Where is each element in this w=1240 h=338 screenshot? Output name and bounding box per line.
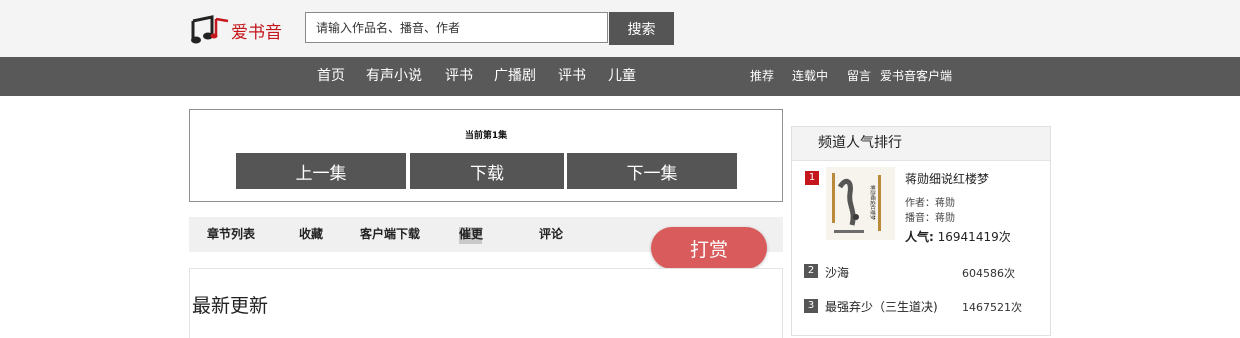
tab-favorite[interactable]: 收藏 — [299, 217, 323, 252]
search-button[interactable]: 搜索 — [609, 12, 674, 45]
nav-radio-drama[interactable]: 广播剧 — [494, 57, 536, 96]
top-book-author: 作者：蒋勋 — [905, 198, 955, 209]
next-episode-button[interactable]: 下一集 — [567, 153, 737, 189]
tab-client-download[interactable]: 客户端下载 — [360, 217, 420, 252]
nav-recommend[interactable]: 推荐 — [750, 57, 774, 96]
nav-children[interactable]: 儿童 — [608, 57, 636, 96]
tab-comments[interactable]: 评论 — [539, 217, 563, 252]
nav-ongoing[interactable]: 连载中 — [792, 57, 828, 96]
top-book-narrator: 播音：蒋勋 — [905, 213, 955, 224]
popularity-label: 人气: — [905, 230, 934, 244]
nav-client[interactable]: 爱书音客户端 — [880, 57, 952, 96]
search-input[interactable] — [305, 12, 608, 43]
rank-item-count: 1467521次 — [962, 301, 1022, 314]
player-box: 当前第1集 上一集 下载 下一集 — [189, 109, 783, 202]
rank-item-count: 604586次 — [962, 267, 1015, 280]
download-button[interactable]: 下载 — [410, 153, 564, 189]
top-book-popularity: 人气: 16941419次 — [905, 228, 1011, 245]
rank-item-title[interactable]: 最强弃少（三生道决) — [825, 298, 938, 315]
rank-badge-1: 1 — [805, 171, 819, 185]
logo-music-icon — [191, 15, 229, 44]
nav-message[interactable]: 留言 — [847, 57, 871, 96]
nav-audio-novels[interactable]: 有声小说 — [366, 57, 422, 96]
prev-episode-button[interactable]: 上一集 — [236, 153, 406, 189]
ranking-header: 频道人气排行 — [792, 127, 1050, 161]
top-book-title[interactable]: 蒋勋细说红楼梦 — [905, 170, 989, 187]
tab-urge-update[interactable]: 催更 — [459, 217, 483, 252]
nav-home[interactable]: 首页 — [317, 57, 345, 96]
popularity-ranking: 频道人气排行 1 蒋勋细说红楼梦 蒋勋细说红楼梦 作者：蒋勋 播音：蒋勋 人气:… — [791, 126, 1051, 336]
rank-badge-3: 3 — [804, 299, 818, 313]
popularity-value: 16941419次 — [937, 230, 1011, 244]
tab-chapter-list[interactable]: 章节列表 — [207, 217, 255, 252]
rank-badge-2: 2 — [804, 264, 818, 278]
latest-updates-title: 最新更新 — [192, 295, 269, 317]
book-cover-image: 蒋勋细说红楼梦 — [826, 167, 895, 240]
latest-updates-section: 最新更新 — [189, 268, 783, 338]
nav-storytelling-2[interactable]: 评书 — [558, 57, 586, 96]
site-logo[interactable]: 爱书音 — [190, 14, 282, 46]
nav-storytelling[interactable]: 评书 — [445, 57, 473, 96]
book-cover[interactable]: 蒋勋细说红楼梦 — [826, 167, 895, 240]
reward-button[interactable]: 打赏 — [651, 227, 767, 269]
cover-title-text: 蒋勋细说红楼梦 — [869, 185, 876, 220]
main-nav: 首页 有声小说 评书 广播剧 评书 儿童 推荐 连载中 留言 爱书音客户端 — [0, 57, 1240, 96]
rank-item-title[interactable]: 沙海 — [825, 264, 849, 281]
current-episode: 当前第1集 — [464, 131, 508, 141]
ranking-title: 频道人气排行 — [818, 135, 902, 151]
logo-text: 爱书音 — [231, 22, 282, 43]
